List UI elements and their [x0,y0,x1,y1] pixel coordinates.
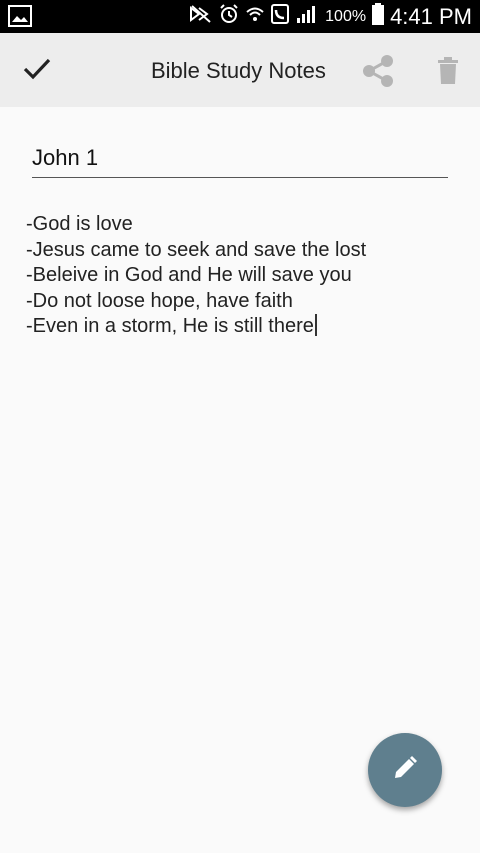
share-icon[interactable] [361,54,395,93]
status-bar: 100% 4:41 PM [0,0,480,33]
trash-icon[interactable] [437,57,459,90]
status-time: 4:41 PM [390,3,472,29]
note-line: -Beleive in God and He will save you [26,264,352,286]
battery-icon [372,3,385,30]
note-body-input[interactable]: -God is love -Jesus came to seek and sav… [26,212,466,340]
note-line: -God is love [26,213,133,235]
wifi-icon [245,4,265,29]
alarm-icon [219,4,239,29]
note-line: -Do not loose hope, have faith [26,289,293,312]
check-icon[interactable] [22,56,52,87]
app-bar: Bible Study Notes [0,33,480,107]
edit-fab-button[interactable] [368,733,442,807]
note-title-input[interactable]: John 1 [32,145,448,178]
signal-icon [295,4,319,29]
text-cursor [314,314,317,336]
page-title: Bible Study Notes [151,58,326,83]
note-line: -Even in a storm, He is still there [26,315,314,337]
call-icon [271,4,290,29]
mute-icon [189,4,213,29]
note-line: -Jesus came to seek and save the lost [26,238,367,261]
image-icon [8,5,32,32]
pencil-icon [392,755,418,786]
note-line-last: -Even in a storm, He is still there [26,314,466,340]
battery-percent: 100% [325,7,367,25]
